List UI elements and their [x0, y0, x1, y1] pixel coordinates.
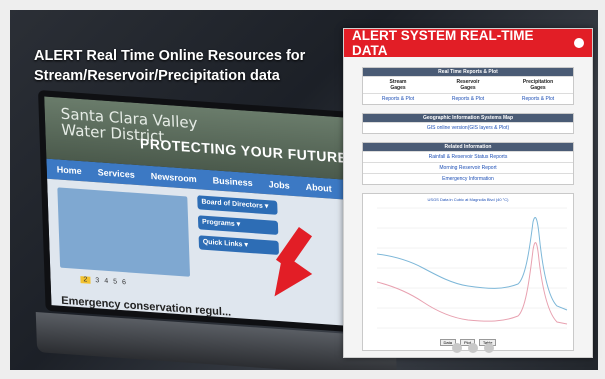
series-pink-line: [376, 242, 568, 325]
gis-link[interactable]: GIS online version(GIS layers & Plot): [363, 122, 573, 133]
carousel-pager: 2 3 4 5 6: [80, 276, 126, 286]
stream-reports-link[interactable]: Reports & Plot: [363, 94, 433, 104]
nav-services: Services: [97, 167, 135, 180]
pager-2: 2: [80, 276, 91, 284]
gis-table: Geographic Information Systems Map GIS o…: [362, 113, 574, 134]
alert-panel-body: Real Time Reports & Plot Stream Gages Re…: [362, 67, 574, 351]
banner-title-line-2: Stream/Reservoir/Precipitation data: [34, 68, 280, 84]
realtime-reports-table: Real Time Reports & Plot Stream Gages Re…: [362, 67, 574, 105]
nav-business: Business: [212, 175, 253, 189]
nav-about: About: [305, 181, 332, 194]
chart-grid: [377, 207, 567, 329]
nav-jobs: Jobs: [268, 179, 290, 191]
rainfall-reservoir-link[interactable]: Rainfall & Reservoir Status Reports: [363, 151, 573, 162]
app-store-promo: [57, 187, 191, 277]
nav-home: Home: [56, 164, 82, 177]
website-tagline: PROTECTING YOUR FUTURE: [139, 135, 348, 166]
related-info-table: Related Information Rainfall & Reservoir…: [362, 142, 574, 185]
alert-panel: ALERT SYSTEM REAL-TIME DATA Real Time Re…: [343, 28, 593, 358]
website-body: Board of Directors ▾ Programs ▾ Quick Li…: [47, 178, 361, 334]
record-dot-icon: [574, 38, 584, 48]
pager-6: 6: [121, 279, 127, 287]
realtime-reports-heading: Real Time Reports & Plot: [363, 68, 573, 76]
chart-plot: [376, 207, 568, 329]
carousel-dots: [452, 343, 494, 353]
frame: Santa Clara Valley Water District PROTEC…: [0, 0, 605, 379]
laptop-screen: Santa Clara Valley Water District PROTEC…: [38, 90, 366, 334]
banner-title-line-1: ALERT Real Time Online Resources for: [34, 48, 306, 64]
gage-links-row: Reports & Plot Reports & Plot Reports & …: [363, 93, 573, 104]
reservoir-gages-header: Reservoir Gages: [456, 79, 480, 91]
carousel-dot-3[interactable]: [484, 343, 494, 353]
nav-newsroom: Newsroom: [150, 170, 197, 185]
emergency-info-link[interactable]: Emergency Information: [363, 173, 573, 184]
banner-title: ALERT Real Time Online Resources for Str…: [34, 46, 344, 86]
gis-heading: Geographic Information Systems Map: [363, 114, 573, 122]
flow-chart: USGS Data in Cubic at Magnolia Blvd (40 …: [362, 193, 574, 351]
alert-panel-header: ALERT SYSTEM REAL-TIME DATA: [344, 28, 592, 58]
pager-4: 4: [104, 277, 109, 286]
carousel-dot-1[interactable]: [452, 343, 462, 353]
precipitation-reports-link[interactable]: Reports & Plot: [503, 94, 573, 104]
pager-5: 5: [113, 278, 118, 286]
morning-reservoir-link[interactable]: Morning Reservoir Report: [363, 162, 573, 173]
precipitation-gages-header: Precipitation Gages: [522, 79, 554, 91]
quick-links-button: Quick Links ▾: [198, 235, 280, 256]
board-of-directors-button: Board of Directors ▾: [197, 195, 278, 215]
gage-columns-row: Stream Gages Reservoir Gages Precipitati…: [363, 76, 573, 93]
pager-3: 3: [95, 277, 100, 285]
series-blue-line: [376, 217, 568, 311]
stream-gages-header: Stream Gages: [389, 79, 407, 91]
alert-panel-title: ALERT SYSTEM REAL-TIME DATA: [352, 28, 534, 58]
programs-button: Programs ▾: [197, 215, 279, 235]
carousel-dot-2[interactable]: [468, 343, 478, 353]
related-info-heading: Related Information: [363, 143, 573, 151]
laptop-photo: Santa Clara Valley Water District PROTEC…: [35, 90, 397, 370]
reservoir-reports-link[interactable]: Reports & Plot: [433, 94, 503, 104]
